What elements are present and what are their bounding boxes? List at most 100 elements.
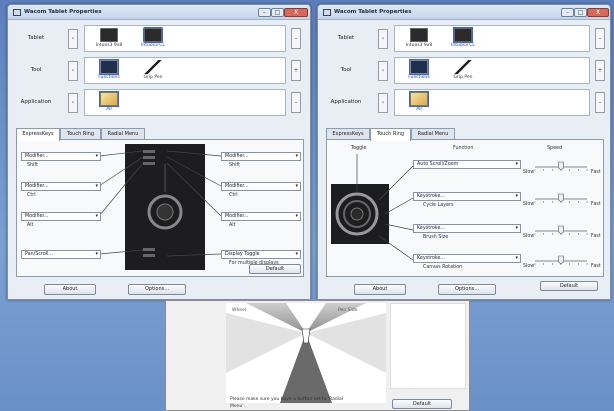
add-tool-button[interactable]: +	[291, 60, 301, 81]
tablet-item-selected[interactable]: Intuos3 CL	[135, 27, 171, 48]
speed-slider-4[interactable]	[533, 252, 589, 268]
tool-item-selected[interactable]: Functions	[401, 59, 437, 80]
chevron-down-icon: ▾	[295, 251, 298, 257]
close-button[interactable]: X	[284, 8, 308, 17]
expresskey-right-1-dropdown[interactable]: Modifier... ▾	[221, 152, 301, 161]
function-1-dropdown[interactable]: Auto Scroll/Zoom ▾	[413, 160, 521, 169]
function-4-dropdown[interactable]: Keystroke... ▾	[413, 254, 521, 263]
tablet-item-selected[interactable]: Intuos3 CL	[445, 27, 481, 48]
tablet-item-label: Intuos3 CL	[141, 43, 165, 48]
tool-item[interactable]: Grip Pen	[445, 60, 481, 80]
dropdown-value: Auto Scroll/Zoom	[417, 162, 459, 167]
dropdown-value: Pan/Scroll...	[25, 252, 53, 257]
speed-slider-2[interactable]	[533, 190, 589, 206]
remove-application-button[interactable]: –	[595, 92, 605, 113]
expresskey-right-3-dropdown[interactable]: Modifier... ▾	[221, 212, 301, 221]
tablet-icon	[100, 28, 118, 42]
title-bar[interactable]: Wacom Tablet Properties – □ X	[318, 5, 610, 20]
tab-touch-ring[interactable]: Touch Ring	[370, 128, 411, 141]
expresskey-left-3-dropdown[interactable]: Modifier... ▾	[21, 212, 101, 221]
radial-options-area	[390, 303, 466, 389]
dropdown-value: Modifier...	[225, 184, 249, 189]
scroll-left-button[interactable]: ‹	[68, 93, 78, 113]
dropdown-value: Keystroke...	[417, 194, 446, 199]
application-label: Application	[330, 99, 362, 105]
default-button[interactable]: Default	[249, 264, 301, 274]
expresskey-left-1-dropdown[interactable]: Modifier... ▾	[21, 152, 101, 161]
function-2-dropdown[interactable]: Keystroke... ▾	[413, 192, 521, 201]
default-button[interactable]: Default	[540, 281, 598, 291]
touch-ring-panel: Toggle Function Speed Auto Scroll/Zoom ▾ …	[326, 139, 604, 277]
tablet-row: Tablet ‹ Intuos3 9x8 Intuos3 CL –	[14, 25, 306, 52]
expresskey-left-4-dropdown[interactable]: Pan/Scroll... ▾	[21, 250, 101, 259]
radial-label-left: Wheel	[232, 308, 247, 313]
scroll-left-button[interactable]: ‹	[68, 29, 78, 49]
default-button[interactable]: Default	[392, 399, 452, 409]
application-label: Application	[20, 99, 52, 105]
tool-item-label: Functions	[408, 75, 430, 80]
options-button[interactable]: Options...	[438, 284, 496, 295]
about-button[interactable]: About	[354, 284, 406, 295]
tablet-list: Intuos3 9x8 Intuos3 CL	[394, 25, 590, 52]
maximize-button[interactable]: □	[574, 8, 587, 17]
chevron-down-icon: ▾	[515, 161, 518, 167]
minimize-button[interactable]: –	[258, 8, 271, 17]
function-4-sub: Canvas Rotation	[423, 265, 463, 270]
expresskey-right-2-sub: Ctrl	[229, 193, 238, 198]
slow-label: Slow	[523, 264, 535, 269]
tablet-item-label: Intuos3 CL	[451, 43, 475, 48]
dropdown-value: Modifier...	[25, 184, 49, 189]
expresskey-right-4-dropdown[interactable]: Display Toggle ▾	[221, 250, 301, 259]
radial-hint-line1: Please make sure you have a button set t…	[230, 397, 343, 402]
application-item-selected[interactable]: All	[401, 91, 437, 112]
tab-expresskeys[interactable]: ExpressKeys	[16, 128, 60, 141]
slow-label: Slow	[523, 170, 535, 175]
expresskey-right-3-sub: Alt	[229, 223, 236, 228]
options-button[interactable]: Options...	[128, 284, 186, 295]
remove-tablet-button[interactable]: –	[595, 28, 605, 49]
tablet-item[interactable]: Intuos3 9x8	[401, 28, 437, 48]
chevron-down-icon: ▾	[95, 251, 98, 257]
dropdown-value: Modifier...	[225, 154, 249, 159]
tablet-list: Intuos3 9x8 Intuos3 CL	[84, 25, 286, 52]
speed-slider-1[interactable]	[533, 158, 589, 174]
tool-row: Tool ‹ Functions Grip Pen +	[14, 57, 306, 84]
pen-icon	[144, 60, 162, 74]
add-tool-button[interactable]: +	[595, 60, 605, 81]
tool-item[interactable]: Grip Pen	[135, 60, 171, 80]
expresskeys-panel: Modifier... ▾ Shift Modifier... ▾ Ctrl Mod…	[16, 139, 304, 277]
application-item-selected[interactable]: All	[91, 91, 127, 112]
application-row: Application ‹ All –	[324, 89, 610, 116]
tablet-item[interactable]: Intuos3 9x8	[91, 28, 127, 48]
expresskey-left-1-sub: Shift	[27, 163, 38, 168]
slow-label: Slow	[523, 202, 535, 207]
scroll-left-button[interactable]: ‹	[378, 93, 388, 113]
fast-label: Fast	[591, 202, 601, 207]
remove-tablet-button[interactable]: –	[291, 28, 301, 49]
scroll-left-button[interactable]: ‹	[378, 29, 388, 49]
close-button[interactable]: X	[587, 8, 609, 17]
fast-label: Fast	[591, 170, 601, 175]
functions-icon	[409, 59, 429, 75]
expresskey-left-2-dropdown[interactable]: Modifier... ▾	[21, 182, 101, 191]
title-bar[interactable]: Wacom Tablet Properties – □ X	[8, 5, 310, 20]
radial-segment[interactable]	[280, 333, 332, 403]
scroll-left-button[interactable]: ‹	[378, 61, 388, 81]
fast-label: Fast	[591, 264, 601, 269]
function-2-sub: Cycle Layers	[423, 203, 454, 208]
radial-menu-diagram	[226, 303, 386, 403]
window-title: Wacom Tablet Properties	[334, 9, 412, 15]
function-3-dropdown[interactable]: Keystroke... ▾	[413, 224, 521, 233]
chevron-down-icon: ▾	[295, 213, 298, 219]
scroll-left-button[interactable]: ‹	[68, 61, 78, 81]
tablet-app-icon	[13, 9, 21, 16]
tool-row: Tool ‹ Functions Grip Pen +	[324, 57, 610, 84]
tablet-properties-window-expresskeys: Wacom Tablet Properties – □ X Tablet ‹ I…	[7, 4, 311, 300]
about-button[interactable]: About	[44, 284, 96, 295]
maximize-button[interactable]: □	[271, 8, 284, 17]
minimize-button[interactable]: –	[561, 8, 574, 17]
expresskey-right-2-dropdown[interactable]: Modifier... ▾	[221, 182, 301, 191]
tool-item-selected[interactable]: Functions	[91, 59, 127, 80]
speed-slider-3[interactable]	[533, 222, 589, 238]
remove-application-button[interactable]: –	[291, 92, 301, 113]
